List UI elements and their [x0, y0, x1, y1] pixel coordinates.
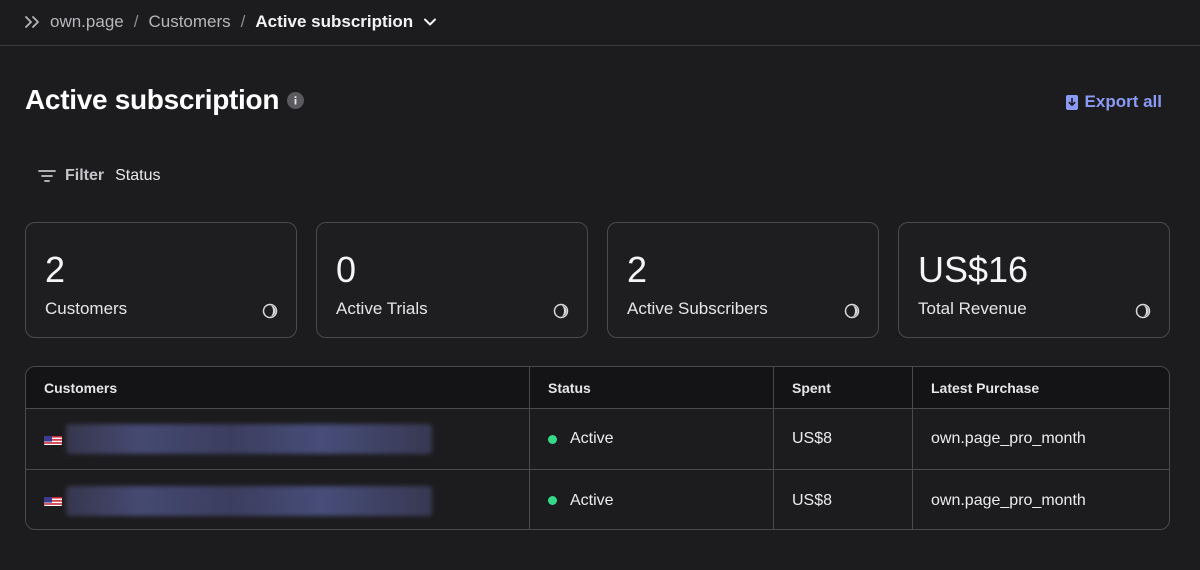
stat-label: Active Subscribers	[627, 299, 768, 318]
half-circle-icon[interactable]	[262, 303, 278, 319]
breadcrumb-item-customers[interactable]: Customers	[148, 12, 230, 32]
column-header-latest-purchase[interactable]: Latest Purchase	[913, 367, 1169, 408]
status-dot	[548, 434, 557, 444]
filter-label: Filter	[65, 167, 105, 184]
stat-card-customers: 2 Customers	[25, 222, 297, 338]
breadcrumb-separator: /	[133, 12, 139, 31]
page-header: Active subscription	[25, 84, 305, 116]
stat-value: 0	[336, 249, 357, 290]
double-chevron-right-icon[interactable]	[24, 12, 44, 32]
filter-bar[interactable]: Filter Status	[38, 165, 160, 187]
status-cell: Active	[530, 470, 774, 529]
chevron-down-icon[interactable]	[423, 17, 437, 27]
breadcrumb: own.page / Customers / Active subscripti…	[0, 0, 1200, 44]
header-divider	[0, 45, 1200, 46]
download-icon	[1065, 94, 1079, 111]
breadcrumb-current: Active subscription	[255, 12, 414, 31]
stat-value: US$16	[918, 249, 1029, 290]
stat-label: Customers	[45, 299, 128, 318]
latest-purchase-cell: own.page_pro_month	[931, 491, 1086, 509]
filter-icon	[38, 167, 56, 185]
stat-card-active-trials: 0 Active Trials	[316, 222, 588, 338]
column-header-spent[interactable]: Spent	[774, 367, 913, 408]
stat-value: 2	[45, 249, 66, 290]
status-label: Active	[570, 491, 614, 509]
redacted-customer-id	[66, 424, 432, 454]
half-circle-icon[interactable]	[1135, 303, 1151, 319]
spent-cell: US$8	[774, 409, 913, 469]
us-flag-icon	[44, 434, 62, 445]
customer-cell[interactable]	[26, 409, 530, 469]
table-row[interactable]: Active US$8 own.page_pro_month	[26, 470, 1169, 529]
status-cell: Active	[530, 409, 774, 469]
spent-cell: US$8	[774, 470, 913, 529]
stat-label: Active Trials	[336, 299, 428, 318]
stat-label: Total Revenue	[918, 299, 1027, 318]
latest-purchase-cell: own.page_pro_month	[931, 430, 1086, 447]
table-row[interactable]: Active US$8 own.page_pro_month	[26, 409, 1169, 470]
column-header-status[interactable]: Status	[530, 367, 774, 408]
half-circle-icon[interactable]	[553, 303, 569, 319]
table-header: Customers Status Spent Latest Purchase	[26, 367, 1169, 409]
export-all-label: Export all	[1084, 92, 1162, 111]
customer-cell[interactable]	[26, 470, 530, 529]
status-label: Active	[570, 430, 614, 447]
stat-card-total-revenue: US$16 Total Revenue	[898, 222, 1170, 338]
stat-card-active-subscribers: 2 Active Subscribers	[607, 222, 879, 338]
breadcrumb-separator: /	[240, 12, 246, 31]
filter-status[interactable]: Status	[115, 167, 160, 185]
stats-cards: 2 Customers 0 Active Trials 2 Active Sub…	[25, 222, 1170, 338]
customers-table: Customers Status Spent Latest Purchase A…	[25, 366, 1170, 530]
info-icon[interactable]	[287, 91, 305, 109]
stat-value: 2	[627, 249, 648, 290]
page-title: Active subscription	[25, 84, 280, 115]
breadcrumb-item-own-page[interactable]: own.page	[50, 12, 124, 32]
half-circle-icon[interactable]	[844, 303, 860, 319]
column-header-customers[interactable]: Customers	[26, 367, 530, 408]
redacted-customer-id	[66, 485, 432, 516]
us-flag-icon	[44, 495, 62, 506]
export-all-button[interactable]: Export all	[1065, 92, 1162, 112]
status-dot	[548, 496, 557, 505]
